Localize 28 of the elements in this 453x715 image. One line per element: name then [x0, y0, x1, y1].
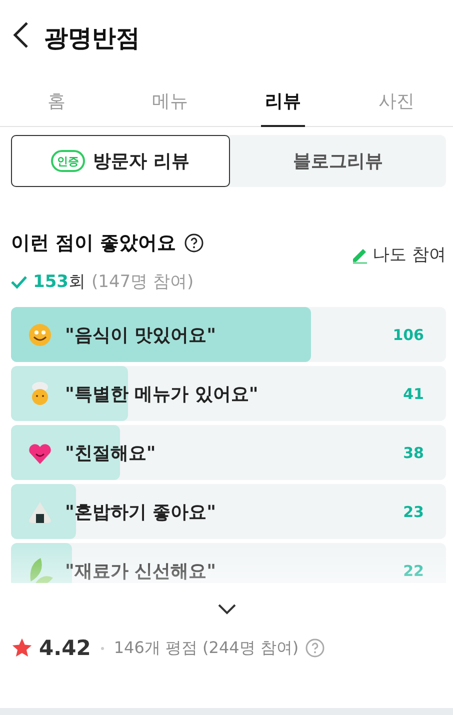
rating-summary: 146개 평점 (244명 참여) — [114, 638, 299, 658]
vote-count: 153회 — [33, 271, 86, 293]
review-type-label: 방문자 리뷰 — [93, 150, 190, 173]
keyword-label: "친절해요" — [65, 442, 157, 464]
keyword-count: 23 — [403, 502, 424, 520]
review-type-button[interactable]: 인증 방문자 리뷰 — [11, 135, 230, 187]
keyword-count: 38 — [403, 444, 424, 462]
check-icon — [11, 274, 27, 288]
keyword-label: "음식이 맛있어요" — [65, 324, 218, 346]
section-title: 이런 점이 좋았어요 — [11, 230, 176, 256]
keyword-label: "특별한 메뉴가 있어요" — [65, 382, 260, 406]
keyword-label: "혼밥하기 좋아요" — [65, 500, 218, 524]
review-type-label: 블로그리뷰 — [292, 150, 383, 173]
page-title: 광명반점 — [44, 22, 140, 54]
keyword-count: 106 — [392, 326, 424, 344]
keyword-count: 22 — [403, 562, 424, 580]
keyword-label: "재료가 신선해요" — [65, 560, 218, 582]
rating-score: 4.42 — [39, 636, 91, 660]
tab[interactable]: 리뷰 — [226, 75, 340, 126]
smiley-icon — [27, 322, 53, 348]
keyword-count: 41 — [403, 384, 424, 402]
star-icon — [11, 637, 33, 659]
join-button[interactable]: 나도 참여 — [350, 243, 446, 266]
verified-badge: 인증 — [51, 150, 86, 172]
chevron-down-icon — [216, 603, 236, 615]
participant-count: (147명 참여) — [92, 271, 194, 293]
help-icon[interactable] — [184, 232, 204, 252]
review-type-button[interactable]: 블로그리뷰 — [230, 135, 446, 187]
